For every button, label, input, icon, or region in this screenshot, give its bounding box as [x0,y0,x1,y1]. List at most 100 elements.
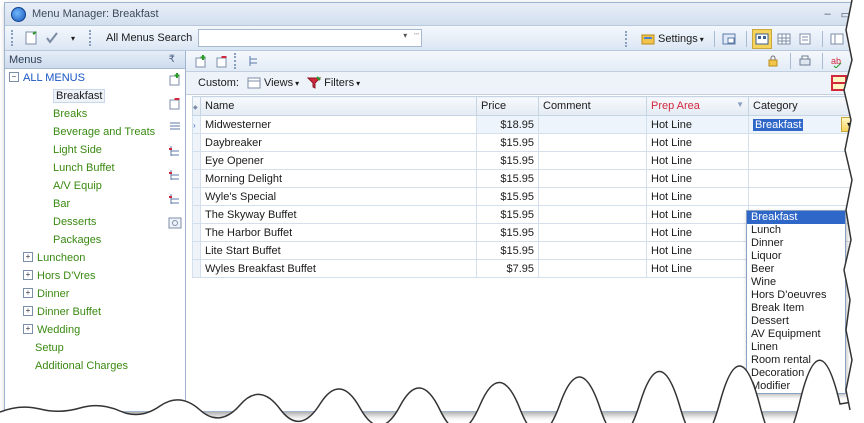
cell-price[interactable]: $18.95 [476,115,539,134]
indent-item-icon[interactable] [167,143,183,159]
table-row[interactable]: Eye Opener $15.95 Hot Line [192,151,861,170]
cell-name[interactable]: Wyle's Special [200,187,477,206]
row-indicator[interactable] [192,223,201,242]
expand-icon[interactable]: + [23,270,33,281]
print-icon[interactable] [796,52,814,70]
panel-view-icon[interactable] [828,30,846,48]
dropdown-option[interactable]: AV Equipment [747,328,845,341]
cell-comment[interactable] [538,241,647,260]
expand-icon[interactable]: + [23,288,33,299]
cell-prep-area[interactable]: Hot Line [646,241,749,260]
row-indicator[interactable] [192,259,201,278]
dropdown-option[interactable]: Wine [747,276,845,289]
tree-item-lunch-buffet[interactable]: Lunch Buffet [5,159,163,177]
dropdown-option[interactable]: Lunch [747,224,845,237]
tree-group-dinner-buffet[interactable]: + Dinner Buffet [5,303,163,321]
tree-item-breakfast[interactable]: Breakfast [5,87,163,105]
dropdown-option[interactable]: Dinner [747,237,845,250]
cell-comment[interactable] [538,187,647,206]
cell-price[interactable]: $15.95 [476,169,539,188]
column-header-category[interactable]: Category [748,96,861,116]
dropdown-option[interactable]: Modifier [747,380,845,393]
outdent-item-icon[interactable] [167,167,183,183]
hierarchy-icon[interactable] [245,52,263,70]
tree-item-additional-charges[interactable]: Additional Charges [5,357,163,375]
check-tool-icon[interactable] [43,29,61,47]
cell-prep-area[interactable]: Hot Line [646,151,749,170]
calendar-view-icon[interactable] [751,29,772,49]
dropdown-option[interactable]: Liquor [747,250,845,263]
cell-comment[interactable] [538,115,647,134]
cell-price[interactable]: $7.95 [476,259,539,278]
category-combo-value[interactable]: Breakfast [753,118,804,131]
cell-category-editor[interactable]: Breakfast ▾ [748,115,861,134]
toolbar-grip-3[interactable] [625,31,630,47]
cell-prep-area[interactable]: Hot Line [646,205,749,224]
cell-prep-area[interactable]: Hot Line [646,223,749,242]
table-row[interactable]: Wyle's Special $15.95 Hot Line [192,187,861,206]
category-combo[interactable]: Breakfast ▾ [753,117,857,132]
tree-item-setup[interactable]: Setup [5,339,163,357]
grid-view-icon[interactable] [775,30,793,48]
row-indicator[interactable] [192,169,201,188]
table-row[interactable]: Morning Delight $15.95 Hot Line [192,169,861,188]
row-indicator[interactable] [192,187,201,206]
cell-price[interactable]: $15.95 [476,223,539,242]
cell-name[interactable]: Lite Start Buffet [200,241,477,260]
cell-comment[interactable] [538,205,647,224]
add-menu-icon[interactable] [167,71,183,87]
cell-price[interactable]: $15.95 [476,241,539,260]
search-more-icon[interactable]: ┄ [414,29,419,40]
dropdown-option[interactable]: Dessert [747,315,845,328]
dropdown-option[interactable]: Linen [747,341,845,354]
tree-item-packages[interactable]: Packages [5,231,163,249]
dropdown-option[interactable]: Hors D'oeuvres [747,289,845,302]
collapse-icon[interactable]: − [9,72,19,83]
pin-icon[interactable]: ₹ [169,54,175,65]
cell-category[interactable] [748,169,861,188]
row-indicator[interactable] [192,241,201,260]
toolbar-overflow-icon[interactable]: ▾ [64,29,82,47]
tree-item-light-side[interactable]: Light Side [5,141,163,159]
tree-root-all-menus[interactable]: − ALL MENUS [5,69,163,87]
table-row[interactable]: › Midwesterner $18.95 Hot Line Breakfast ▾ [192,115,861,134]
tree-item-a-v-equip[interactable]: A/V Equip [5,177,163,195]
column-header-comment[interactable]: Comment [538,96,647,116]
cell-name[interactable]: Morning Delight [200,169,477,188]
cell-prep-area[interactable]: Hot Line [646,115,749,134]
cell-prep-area[interactable]: Hot Line [646,187,749,206]
column-header-name[interactable]: Name [200,96,477,116]
cell-comment[interactable] [538,151,647,170]
row-indicator[interactable]: › [192,115,201,134]
views-button[interactable]: Views ▾ [247,76,299,90]
cell-category[interactable] [748,133,861,152]
minimize-button[interactable]: – [824,8,830,21]
new-document-icon[interactable] [22,29,40,47]
cell-prep-area[interactable]: Hot Line [646,133,749,152]
cell-comment[interactable] [538,223,647,242]
toolbar-grip-2[interactable] [89,30,94,46]
cell-comment[interactable] [538,259,647,278]
cell-price[interactable]: $15.95 [476,151,539,170]
search-input[interactable] [199,30,394,44]
cell-name[interactable]: Daybreaker [200,133,477,152]
dropdown-option[interactable]: Room rental [747,354,845,367]
search-dropdown-icon[interactable]: ▾ [403,31,407,40]
tree-item-desserts[interactable]: Desserts [5,213,163,231]
window-layout-icon[interactable] [720,30,738,48]
combo-dropdown-icon[interactable]: ▾ [841,117,857,132]
tree-item-breaks[interactable]: Breaks [5,105,163,123]
cell-name[interactable]: The Harbor Buffet [200,223,477,242]
dropdown-option[interactable]: Beer [747,263,845,276]
cell-price[interactable]: $15.95 [476,133,539,152]
category-dropdown-list[interactable]: Breakfast Lunch Dinner Liquor Beer Wine Hors D… [746,210,846,394]
cell-name[interactable]: Eye Opener [200,151,477,170]
expand-icon[interactable]: + [23,324,33,335]
row-indicator[interactable] [192,133,201,152]
delete-item-icon[interactable] [213,52,231,70]
row-indicator[interactable] [192,205,201,224]
add-item-icon[interactable] [192,52,210,70]
cell-prep-area[interactable]: Hot Line [646,259,749,278]
spell-check-icon[interactable]: ab [828,52,846,70]
all-menus-search-box[interactable]: ▾ ┄ [198,29,423,47]
